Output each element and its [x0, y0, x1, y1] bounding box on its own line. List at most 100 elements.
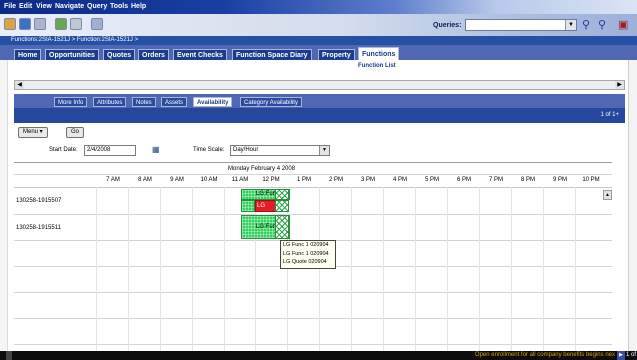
tab-quotes[interactable]: Quotes: [103, 49, 136, 60]
tooltip-line: LG Func 1 020904: [283, 242, 329, 248]
grid-line: [192, 187, 193, 351]
menu-tools[interactable]: Tools: [110, 3, 128, 10]
exit-icon[interactable]: ▣: [618, 18, 628, 31]
tab-assets[interactable]: Assets: [161, 97, 188, 107]
tab-opportunities[interactable]: Opportunities: [45, 49, 99, 60]
grid-line: [14, 292, 612, 293]
grid-line: [383, 187, 384, 351]
hour-label: 6 PM: [456, 177, 471, 183]
tab-event-checks[interactable]: Event Checks: [173, 49, 227, 60]
event-block-conflict[interactable]: LG Func: [255, 200, 277, 219]
query-search-icon[interactable]: ⚲: [598, 18, 606, 31]
tab-orders[interactable]: Orders: [138, 49, 169, 60]
search-icon[interactable]: ⚲: [582, 18, 590, 31]
hour-label: 2 PM: [328, 177, 343, 183]
copy-icon[interactable]: [91, 18, 103, 30]
menu-view[interactable]: View: [36, 3, 52, 10]
left-frame-edge: [0, 60, 8, 351]
start-date-label: Start Date:: [49, 147, 78, 153]
tab-functions[interactable]: Functions: [358, 47, 400, 60]
time-scale-value: Day/Hour: [233, 147, 259, 153]
hour-label: 8 PM: [520, 177, 535, 183]
grid-line: [447, 187, 448, 351]
status-bar: Open enrollment for all company benefits…: [0, 351, 637, 360]
go-button[interactable]: Go: [66, 127, 85, 138]
function-list-link[interactable]: Function List: [358, 63, 396, 69]
tab-notes[interactable]: Notes: [132, 97, 156, 107]
grid-line: [14, 318, 612, 319]
start-date-field[interactable]: 2/4/2008: [84, 145, 136, 156]
hour-label: 9 AM: [170, 177, 184, 183]
tab-function-space-diary[interactable]: Function Space Diary: [232, 49, 312, 60]
menu-edit[interactable]: Edit: [19, 3, 32, 10]
tab-availability[interactable]: Availability: [193, 97, 233, 107]
tooltip-line: LG Func 1 020904: [283, 250, 329, 257]
event-block-tentative[interactable]: [275, 200, 289, 212]
toolbar: Queries: ▼ ⚲ ⚲ ▣: [0, 14, 637, 36]
hour-label: 3 PM: [360, 177, 375, 183]
grid-line: [479, 187, 480, 351]
scroll-right-icon[interactable]: ▶: [615, 81, 624, 89]
hour-label: 7 AM: [106, 177, 120, 183]
tab-property[interactable]: Property: [318, 49, 355, 60]
right-scrollbar[interactable]: [628, 60, 637, 351]
grid-line: [160, 187, 161, 351]
save-icon[interactable]: [19, 18, 31, 30]
hour-label: 10 AM: [200, 177, 218, 183]
event-tooltip: LG Func 1 020904 LG Func 1 020904 LG Quo…: [280, 240, 336, 269]
calendar-icon[interactable]: ▦: [152, 145, 160, 154]
record-pager[interactable]: 1 of 1+: [600, 112, 619, 118]
row-label[interactable]: 130258-1915511: [16, 225, 61, 231]
chevron-down-icon[interactable]: ▼: [319, 146, 329, 155]
time-scale-dropdown[interactable]: Day/Hour ▼: [230, 145, 330, 156]
hour-label: 11 AM: [231, 177, 249, 183]
sub-tab-bar: More Info Attributes Notes Assets Availa…: [14, 94, 625, 108]
grid-line: [575, 187, 576, 351]
tab-more-info[interactable]: More Info: [54, 97, 88, 107]
tooltip-line: LG Quote 020904: [283, 259, 327, 265]
breadcrumb[interactable]: Functions:2SIA-1521J > Function:2SIA-152…: [0, 36, 637, 45]
hour-label: 9 PM: [552, 177, 567, 183]
hour-label: 12 PM: [262, 177, 280, 183]
grid-line: [128, 187, 129, 351]
grid-line: [14, 214, 612, 215]
tab-home[interactable]: Home: [14, 49, 42, 60]
grid-line: [319, 187, 320, 351]
message-ticker[interactable]: Open enrollment for all company benefits…: [475, 352, 615, 358]
menu-button[interactable]: Menu ▾: [18, 127, 48, 138]
event-block[interactable]: [241, 200, 255, 212]
time-scale-label: Time Scale:: [193, 147, 225, 153]
scroll-left-icon[interactable]: ◀: [15, 81, 24, 89]
event-block-tentative[interactable]: [275, 215, 289, 239]
horizontal-scrollbar[interactable]: ◀ ▶: [14, 80, 625, 90]
queries-label: Queries:: [433, 22, 462, 29]
status-bar-handle[interactable]: [6, 351, 12, 360]
hour-label: 10 PM: [582, 177, 600, 183]
menu-file[interactable]: File: [4, 3, 16, 10]
print-icon[interactable]: [34, 18, 46, 30]
scroll-up-icon[interactable]: ▲: [603, 190, 612, 200]
menu-query[interactable]: Query: [87, 3, 107, 10]
check-icon[interactable]: [55, 18, 67, 30]
edit-icon[interactable]: [70, 18, 82, 30]
grid-line: [14, 187, 612, 188]
menu-bar: File Edit View Navigate Query Tools Help: [0, 0, 637, 14]
queries-dropdown[interactable]: ▼: [465, 19, 577, 31]
grid-line: [351, 187, 352, 351]
chevron-down-icon[interactable]: ▼: [565, 20, 576, 30]
grid-line: [415, 187, 416, 351]
row-label[interactable]: 130258-1915507: [16, 198, 61, 204]
menu-navigate[interactable]: Navigate: [55, 3, 84, 10]
list-header-band: 1 of 1+: [14, 108, 625, 123]
open-icon[interactable]: [4, 18, 16, 30]
hour-label: 1 PM: [296, 177, 311, 183]
ticker-count: 1 of: [625, 352, 636, 358]
play-icon[interactable]: ▶: [617, 351, 625, 360]
event-block-tentative[interactable]: [275, 189, 289, 200]
grid-line: [543, 187, 544, 351]
grid-line: [511, 187, 512, 351]
tab-attributes[interactable]: Attributes: [93, 97, 127, 107]
menu-help[interactable]: Help: [131, 3, 146, 10]
tab-category-availability[interactable]: Category Availability: [240, 97, 302, 107]
hour-label: 5 PM: [424, 177, 439, 183]
